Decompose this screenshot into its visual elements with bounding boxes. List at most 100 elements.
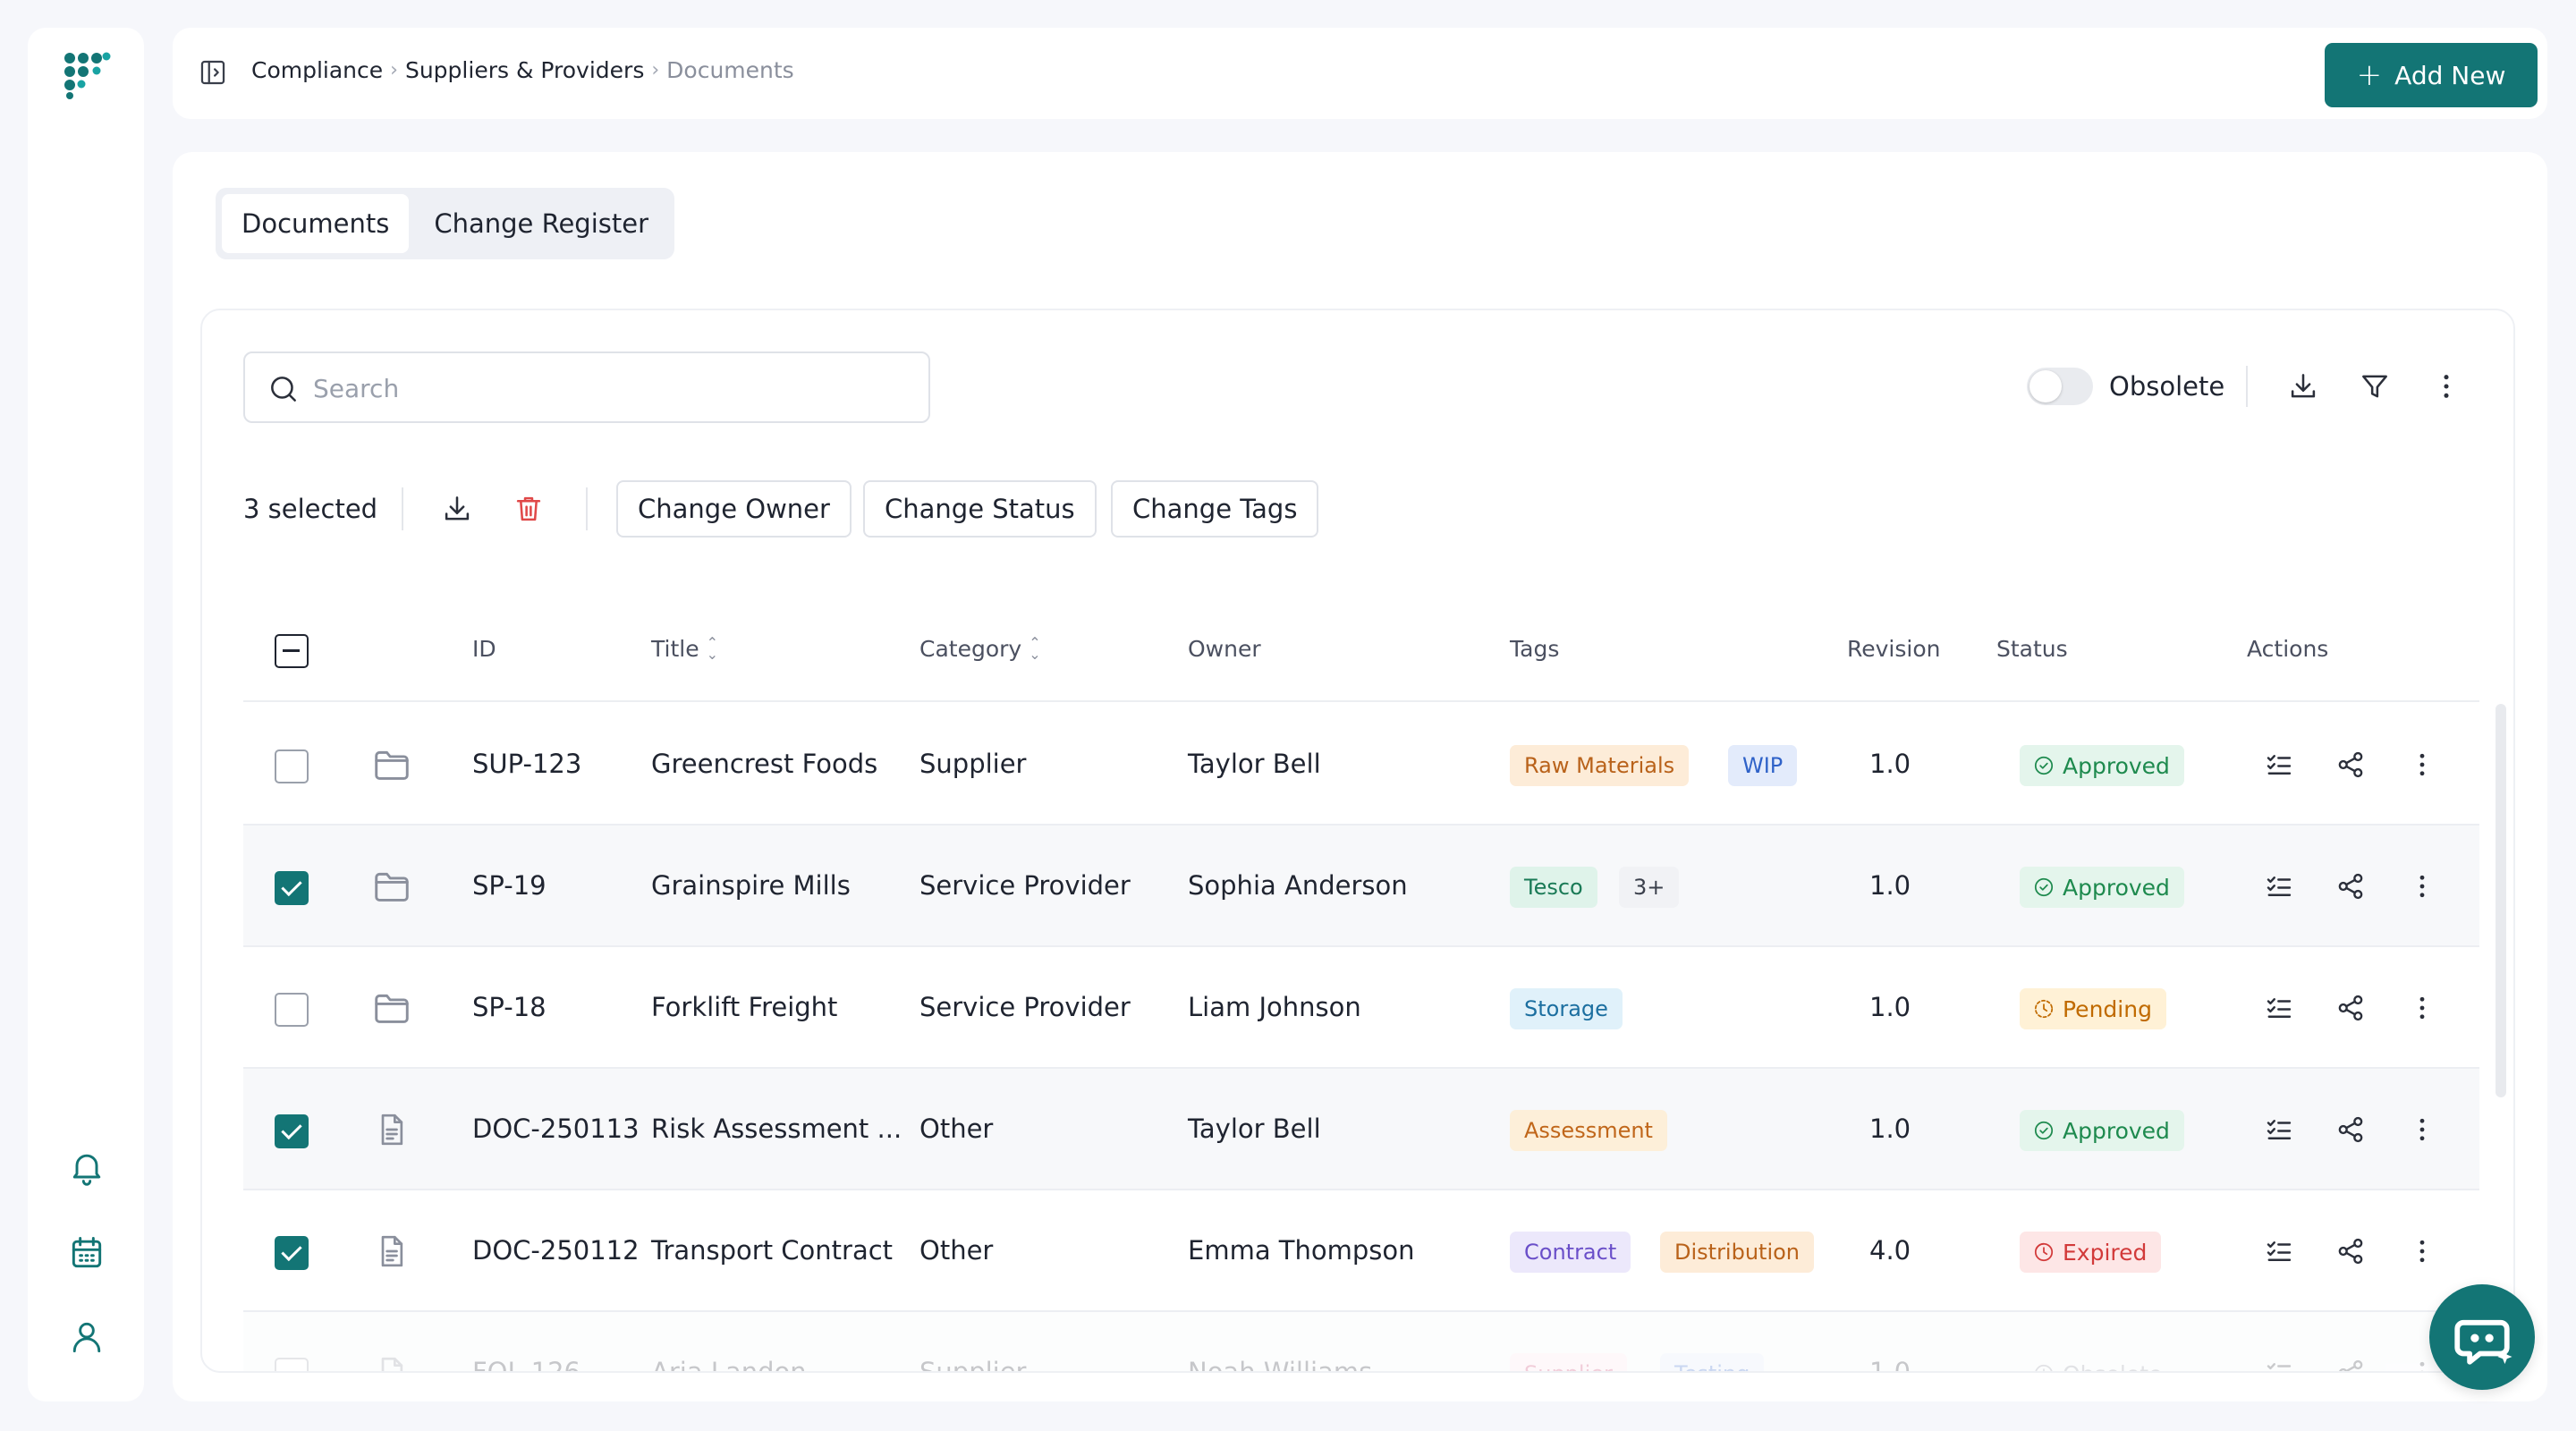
column-category[interactable]: Category ⌃ ⌄ bbox=[919, 635, 1041, 662]
share-icon[interactable] bbox=[2334, 749, 2367, 781]
row-more-icon[interactable] bbox=[2406, 1113, 2438, 1146]
bulk-delete-icon[interactable] bbox=[512, 492, 546, 526]
row-checkbox[interactable] bbox=[275, 749, 309, 783]
row-revision: 1.0 bbox=[1869, 749, 1911, 779]
filter-icon[interactable] bbox=[2358, 369, 2392, 403]
selection-bar: 3 selected bbox=[243, 480, 377, 538]
row-more-icon[interactable] bbox=[2406, 992, 2438, 1024]
row-id[interactable]: DOC-250112 bbox=[472, 1235, 640, 1266]
tag-badge: Raw Materials bbox=[1510, 745, 1690, 786]
checklist-icon[interactable] bbox=[2263, 749, 2295, 781]
row-revision: 1.0 bbox=[1869, 1113, 1911, 1144]
tag-badge: WIP bbox=[1728, 745, 1798, 786]
row-id[interactable]: SUP-123 bbox=[472, 749, 581, 779]
breadcrumb: Compliance › Suppliers & Providers › Doc… bbox=[251, 57, 794, 83]
change-status-button[interactable]: Change Status bbox=[863, 480, 1097, 538]
share-icon[interactable] bbox=[2334, 1113, 2367, 1146]
status-icon bbox=[2032, 1362, 2055, 1371]
checklist-icon[interactable] bbox=[2263, 992, 2295, 1024]
tag-badge: 3+ bbox=[1619, 867, 1680, 908]
row-id[interactable]: DOC-250113 bbox=[472, 1113, 640, 1144]
document-icon bbox=[372, 1233, 411, 1269]
share-icon[interactable] bbox=[2334, 870, 2367, 902]
tab-change-register[interactable]: Change Register bbox=[414, 194, 668, 253]
share-icon[interactable] bbox=[2334, 1235, 2367, 1267]
brand-logo[interactable] bbox=[63, 51, 111, 99]
status-label: Pending bbox=[2063, 995, 2152, 1022]
breadcrumb-suppliers-providers[interactable]: Suppliers & Providers bbox=[405, 57, 644, 83]
breadcrumb-compliance[interactable]: Compliance bbox=[251, 57, 383, 83]
search-input[interactable] bbox=[313, 366, 903, 411]
row-category: Service Provider bbox=[919, 870, 1131, 901]
row-id[interactable]: SP-19 bbox=[472, 870, 547, 901]
checklist-icon[interactable] bbox=[2263, 1357, 2295, 1371]
table-row[interactable]: FOL-126 Aria Landon Supplier Noah Willia… bbox=[243, 1312, 2479, 1371]
assistant-chat-button[interactable] bbox=[2429, 1284, 2535, 1390]
row-category: Service Provider bbox=[919, 992, 1131, 1022]
tab-documents[interactable]: Documents bbox=[222, 194, 410, 253]
change-owner-button[interactable]: Change Owner bbox=[616, 480, 852, 538]
breadcrumb-separator: › bbox=[651, 59, 660, 81]
column-title[interactable]: Title ⌃ ⌄ bbox=[651, 635, 718, 662]
row-checkbox[interactable] bbox=[275, 1236, 309, 1270]
status-badge: Approved bbox=[2020, 1110, 2184, 1151]
tag-badge: Contract bbox=[1510, 1232, 1631, 1273]
table-row[interactable]: SP-18 Forklift Freight Service Provider … bbox=[243, 947, 2479, 1069]
column-category-label: Category bbox=[919, 636, 1022, 662]
select-all-checkbox[interactable] bbox=[275, 634, 309, 668]
row-title[interactable]: Greencrest Foods bbox=[651, 749, 877, 779]
document-icon bbox=[372, 1112, 411, 1147]
table-row[interactable]: SUP-123 Greencrest Foods Supplier Taylor… bbox=[243, 704, 2479, 826]
row-checkbox[interactable] bbox=[275, 871, 309, 905]
indeterminate-mark bbox=[283, 649, 300, 652]
row-title[interactable]: Forklift Freight bbox=[651, 992, 837, 1022]
row-owner: Liam Johnson bbox=[1188, 992, 1361, 1022]
checklist-icon[interactable] bbox=[2263, 1235, 2295, 1267]
row-id[interactable]: FOL-126 bbox=[472, 1357, 580, 1371]
column-owner: Owner bbox=[1188, 636, 1261, 662]
row-title[interactable]: Risk Assessment ... bbox=[651, 1113, 902, 1144]
row-checkbox[interactable] bbox=[275, 1358, 309, 1371]
row-revision: 4.0 bbox=[1869, 1235, 1911, 1266]
checklist-icon[interactable] bbox=[2263, 1113, 2295, 1146]
row-revision: 1.0 bbox=[1869, 992, 1911, 1022]
scrollbar[interactable] bbox=[2496, 704, 2506, 1097]
change-tags-button[interactable]: Change Tags bbox=[1111, 480, 1319, 538]
column-tags-label: Tags bbox=[1510, 636, 1560, 662]
row-id[interactable]: SP-18 bbox=[472, 992, 547, 1022]
row-title[interactable]: Grainspire Mills bbox=[651, 870, 851, 901]
share-icon[interactable] bbox=[2334, 992, 2367, 1024]
download-icon[interactable] bbox=[2286, 369, 2320, 403]
obsolete-toggle[interactable] bbox=[2027, 368, 2093, 405]
row-more-icon[interactable] bbox=[2406, 870, 2438, 902]
divider bbox=[586, 487, 588, 530]
share-icon[interactable] bbox=[2334, 1357, 2367, 1371]
status-badge: Pending bbox=[2020, 988, 2166, 1029]
row-checkbox[interactable] bbox=[275, 1114, 309, 1148]
row-title[interactable]: Transport Contract bbox=[651, 1235, 893, 1266]
table-row[interactable]: DOC-250113 Risk Assessment ... Other Tay… bbox=[243, 1069, 2479, 1190]
table-header: ID Title ⌃ ⌄ Category ⌃ ⌄ Owner Tags Revisio… bbox=[243, 602, 2479, 702]
status-badge: Approved bbox=[2020, 867, 2184, 908]
checklist-icon[interactable] bbox=[2263, 870, 2295, 902]
sort-icon[interactable]: ⌃ ⌄ bbox=[1029, 635, 1040, 661]
calendar-icon[interactable] bbox=[67, 1233, 106, 1273]
row-checkbox[interactable] bbox=[275, 993, 309, 1027]
sidebar-toggle-icon[interactable] bbox=[198, 57, 228, 88]
breadcrumb-separator: › bbox=[390, 59, 398, 81]
add-new-button[interactable]: + Add New bbox=[2325, 43, 2538, 107]
table-row[interactable]: SP-19 Grainspire Mills Service Provider … bbox=[243, 826, 2479, 947]
row-category: Other bbox=[919, 1235, 994, 1266]
user-icon[interactable] bbox=[67, 1317, 106, 1357]
row-title[interactable]: Aria Landon bbox=[651, 1357, 807, 1371]
status-label: Approved bbox=[2063, 752, 2170, 779]
table-row[interactable]: DOC-250112 Transport Contract Other Emma… bbox=[243, 1190, 2479, 1312]
bell-icon[interactable] bbox=[67, 1147, 106, 1187]
search-icon bbox=[267, 372, 301, 406]
bulk-download-icon[interactable] bbox=[440, 492, 474, 526]
more-options-icon[interactable] bbox=[2429, 369, 2463, 403]
row-more-icon[interactable] bbox=[2406, 1235, 2438, 1267]
sort-icon[interactable]: ⌃ ⌄ bbox=[707, 635, 718, 661]
status-label: Approved bbox=[2063, 1117, 2170, 1144]
row-more-icon[interactable] bbox=[2406, 749, 2438, 781]
